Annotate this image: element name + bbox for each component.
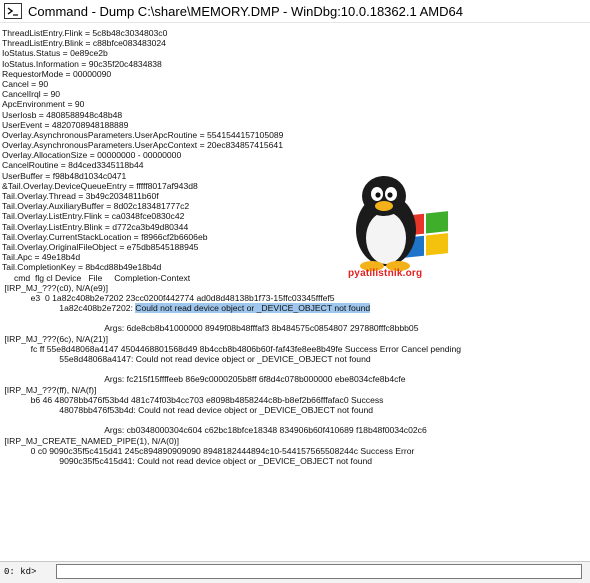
output-line: [IRP_MJ_CREATE_NAMED_PIPE(1), N/A(0)]: [2, 435, 180, 446]
output-line: [IRP_MJ_???(6c), N/A(21)]: [2, 333, 109, 344]
output-line: ApcEnvironment = 90: [2, 99, 85, 110]
output-line: Overlay.AsynchronousParameters.UserApcCo…: [2, 140, 283, 151]
output-line: UserBuffer = f98b48d1034c0471: [2, 170, 127, 181]
output-line: Tail.Overlay.ListEntry.Flink = ca0348fce…: [2, 211, 185, 222]
output-line: [IRP_MJ_???(c0), N/A(e9)]: [2, 282, 109, 293]
selected-text[interactable]: Could not read device object or _DEVICE_…: [135, 303, 371, 314]
output-line: CancelIrql = 90: [2, 89, 61, 100]
output-line: Args: fc215f15ffffeeb 86e9c0000205b8ff 6…: [2, 374, 406, 385]
output-line: 55e8d48068a4147: Could not read device o…: [2, 354, 371, 364]
output-line: e3 0 1a82c408b2e7202 23cc0200f442774 ad0…: [2, 292, 335, 303]
output-line: 0 c0 9090c35f5c415d41 245c894890909090 8…: [2, 445, 415, 456]
command-input[interactable]: [56, 564, 582, 579]
output-line: CancelRoutine = 8d4ced3345118b44: [2, 160, 144, 171]
command-bar: 0: kd>: [0, 561, 590, 583]
penguin-windows-logo-icon: pyatilistnik.org: [336, 172, 454, 294]
output-line: b6 46 48078bb476f53b4d 481c74f03b4cc703 …: [2, 394, 384, 405]
output-line: RequestorMode = 00000090: [2, 68, 112, 79]
output-line: Overlay.AllocationSize = 00000000 - 0000…: [2, 150, 182, 161]
logo-text: pyatilistnik.org: [348, 268, 423, 279]
console-icon: [4, 3, 22, 19]
command-prompt: 0: kd>: [4, 567, 37, 577]
output-line: IoStatus.Status = 0e89ce2b: [2, 48, 108, 59]
output-line-prefix: 1a82c408b2e7202:: [2, 303, 136, 314]
command-output-pane[interactable]: ThreadListEntry.Flink = 5c8b48c3034803c0…: [0, 24, 590, 560]
output-line: &Tail.Overlay.DeviceQueueEntry = fffff80…: [2, 180, 198, 191]
output-text: ThreadListEntry.Flink = 5c8b48c3034803c0…: [2, 28, 587, 466]
window-title: Command - Dump C:\share\MEMORY.DMP - Win…: [28, 3, 463, 19]
output-line: ThreadListEntry.Flink = 5c8b48c3034803c0: [2, 28, 168, 38]
output-line: Args: 6de8cb8b41000000 8949f08b48fffaf3 …: [2, 323, 419, 334]
output-line: Tail.Overlay.OriginalFileObject = e75db8…: [2, 241, 199, 252]
output-line: Tail.Apc = 49e18b4d: [2, 252, 81, 263]
output-line: Tail.Overlay.AuxiliaryBuffer = 8d02c1834…: [2, 201, 190, 212]
output-line: Tail.Overlay.CurrentStackLocation = f896…: [2, 231, 208, 242]
output-line: Cancel = 90: [2, 78, 49, 89]
output-line: UserIosb = 4808588948c48b48: [2, 109, 123, 120]
output-line: UserEvent = 4820708948188889: [2, 119, 129, 130]
output-line: Tail.Overlay.ListEntry.Blink = d772ca3b4…: [2, 221, 189, 232]
output-line: Tail.Overlay.Thread = 3b49c2034811b60f: [2, 191, 159, 201]
windbg-command-window: Command - Dump C:\share\MEMORY.DMP - Win…: [0, 0, 590, 583]
output-line: 48078bb476f53b4d: Could not read device …: [2, 404, 374, 415]
output-line: [IRP_MJ_???(ff), N/A(f)]: [2, 384, 97, 395]
output-line: IoStatus.Information = 90c35f20c4834838: [2, 58, 162, 69]
output-line: ThreadListEntry.Blink = c88bfce083483024: [2, 38, 166, 49]
output-line: 1a82c408b2e7202: Could not read device o…: [2, 303, 587, 314]
output-line: cmd flg cl Device File Completion-Contex…: [2, 272, 191, 283]
title-bar: Command - Dump C:\share\MEMORY.DMP - Win…: [0, 0, 590, 23]
output-line: 9090c35f5c415d41: Could not read device …: [2, 455, 373, 466]
output-line: Tail.CompletionKey = 8b4cd88b49e18b4d: [2, 262, 162, 273]
output-line: fc ff 55e8d48068a4147 4504468801568d49 8…: [2, 343, 462, 354]
output-line: Overlay.AsynchronousParameters.UserApcRo…: [2, 129, 284, 140]
output-line: Args: cb0348000304c604 c62bc18bfce18348 …: [2, 425, 427, 436]
